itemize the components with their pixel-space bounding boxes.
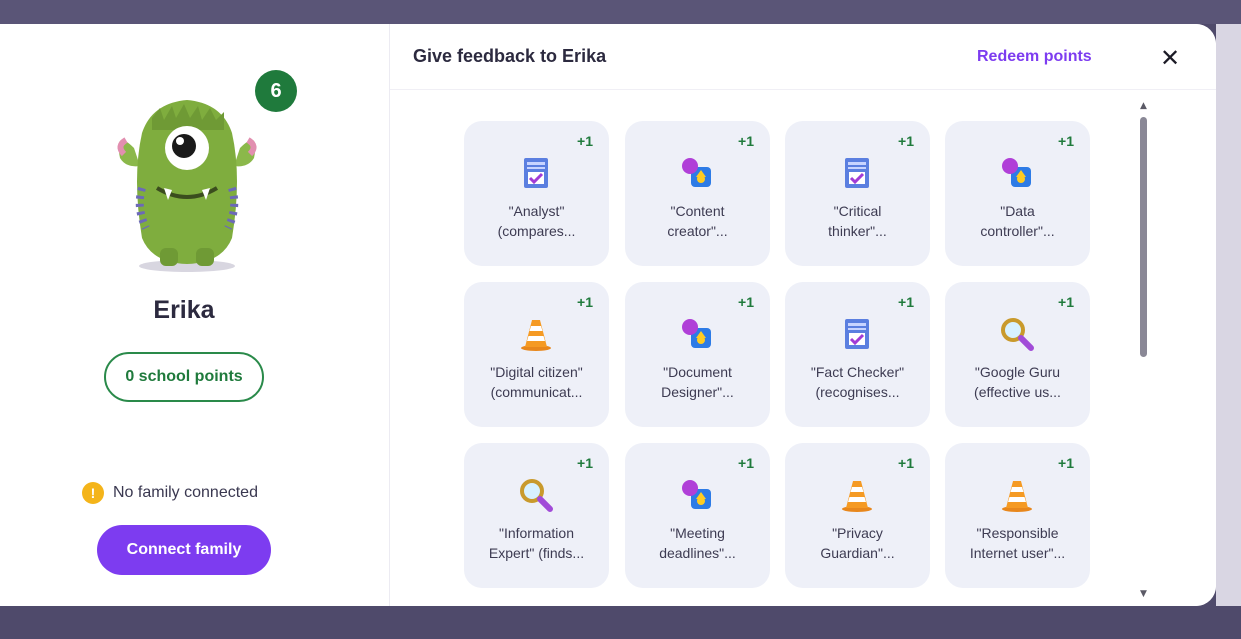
skill-label: "Digital citizen" (communicat...: [490, 364, 583, 400]
feedback-modal: 6 Erika 0 school points ! No family conn…: [0, 24, 1216, 606]
checklist-icon: [839, 155, 875, 191]
skill-tile[interactable]: +1 "Document Designer"...: [625, 282, 770, 427]
family-status-text: No family connected: [113, 484, 258, 501]
backdrop: [0, 606, 1241, 639]
skill-tile[interactable]: +1 "Digital citizen" (communicat...: [464, 282, 609, 427]
skill-tile[interactable]: +1 "Responsible Internet user"...: [945, 443, 1090, 588]
skill-label: "Critical thinker"...: [828, 203, 887, 239]
student-panel: 6 Erika 0 school points ! No family conn…: [0, 24, 390, 606]
skill-tile[interactable]: +1 "Fact Checker" (recognises...: [785, 282, 930, 427]
skill-label: "Data controller"...: [980, 203, 1055, 239]
skill-points: +1: [738, 294, 754, 310]
redeem-points-link[interactable]: Redeem points: [977, 48, 1092, 66]
skill-points: +1: [898, 294, 914, 310]
page-title: Give feedback to Erika: [413, 46, 607, 66]
skill-tile[interactable]: +1 "Critical thinker"...: [785, 121, 930, 266]
skill-label: "Document Designer"...: [661, 364, 734, 400]
skill-points: +1: [577, 133, 593, 149]
backdrop: [0, 0, 1241, 24]
skill-points: +1: [1058, 133, 1074, 149]
skill-label: "Privacy Guardian"...: [820, 525, 895, 561]
traffic-cone-icon: [839, 477, 875, 513]
skill-label: "Google Guru (effective us...: [974, 364, 1061, 400]
close-icon: ✕: [1159, 44, 1181, 72]
points-badge: 6: [255, 70, 297, 112]
skill-label: "Fact Checker" (recognises...: [810, 364, 905, 400]
skill-points: +1: [898, 133, 914, 149]
skill-label: "Meeting deadlines"...: [659, 525, 736, 561]
magnifier-icon: [518, 477, 554, 513]
shapes-icon: [999, 155, 1035, 191]
skill-label: "Responsible Internet user"...: [969, 525, 1066, 561]
skill-label: "Information Expert" (finds...: [488, 525, 585, 561]
skill-tile[interactable]: +1 "Privacy Guardian"...: [785, 443, 930, 588]
close-button[interactable]: ✕: [1156, 44, 1184, 72]
warning-icon: !: [82, 482, 104, 504]
scroll-up-icon[interactable]: ▲: [1140, 101, 1147, 111]
skill-tile[interactable]: +1 "Content creator"...: [625, 121, 770, 266]
skill-points: +1: [898, 455, 914, 471]
school-points-pill[interactable]: 0 school points: [104, 352, 264, 402]
monster-avatar: [117, 100, 257, 272]
traffic-cone-icon: [999, 477, 1035, 513]
connect-family-button[interactable]: Connect family: [97, 525, 271, 575]
traffic-cone-icon: [518, 316, 554, 352]
family-status: ! No family connected: [82, 482, 258, 504]
skill-tile[interactable]: +1 "Data controller"...: [945, 121, 1090, 266]
skill-points: +1: [577, 455, 593, 471]
feedback-panel: Give feedback to Erika Redeem points ✕ +…: [390, 24, 1216, 606]
shapes-icon: [679, 316, 715, 352]
skill-label: "Content creator"...: [667, 203, 728, 239]
skill-label: "Analyst" (compares...: [497, 203, 576, 239]
shapes-icon: [679, 477, 715, 513]
scrollbar[interactable]: ▲ ▼: [1136, 101, 1152, 601]
student-name: Erika: [153, 296, 215, 324]
magnifier-icon: [999, 316, 1035, 352]
skill-points: +1: [1058, 294, 1074, 310]
checklist-icon: [518, 155, 554, 191]
skill-points: +1: [738, 133, 754, 149]
checklist-icon: [839, 316, 875, 352]
feedback-header: Give feedback to Erika Redeem points ✕: [390, 24, 1216, 90]
skill-tile[interactable]: +1 "Analyst" (compares...: [464, 121, 609, 266]
skill-points: +1: [1058, 455, 1074, 471]
skill-points: +1: [738, 455, 754, 471]
scroll-down-icon[interactable]: ▼: [1140, 589, 1147, 599]
backdrop: [1216, 24, 1241, 606]
skill-tile[interactable]: +1 "Information Expert" (finds...: [464, 443, 609, 588]
skills-grid: +1 "Analyst" (compares... +1 "Content creat…: [390, 91, 1216, 606]
skill-points: +1: [577, 294, 593, 310]
shapes-icon: [679, 155, 715, 191]
skill-tile[interactable]: +1 "Google Guru (effective us...: [945, 282, 1090, 427]
scrollbar-thumb[interactable]: [1140, 117, 1147, 357]
skill-tile[interactable]: +1 "Meeting deadlines"...: [625, 443, 770, 588]
